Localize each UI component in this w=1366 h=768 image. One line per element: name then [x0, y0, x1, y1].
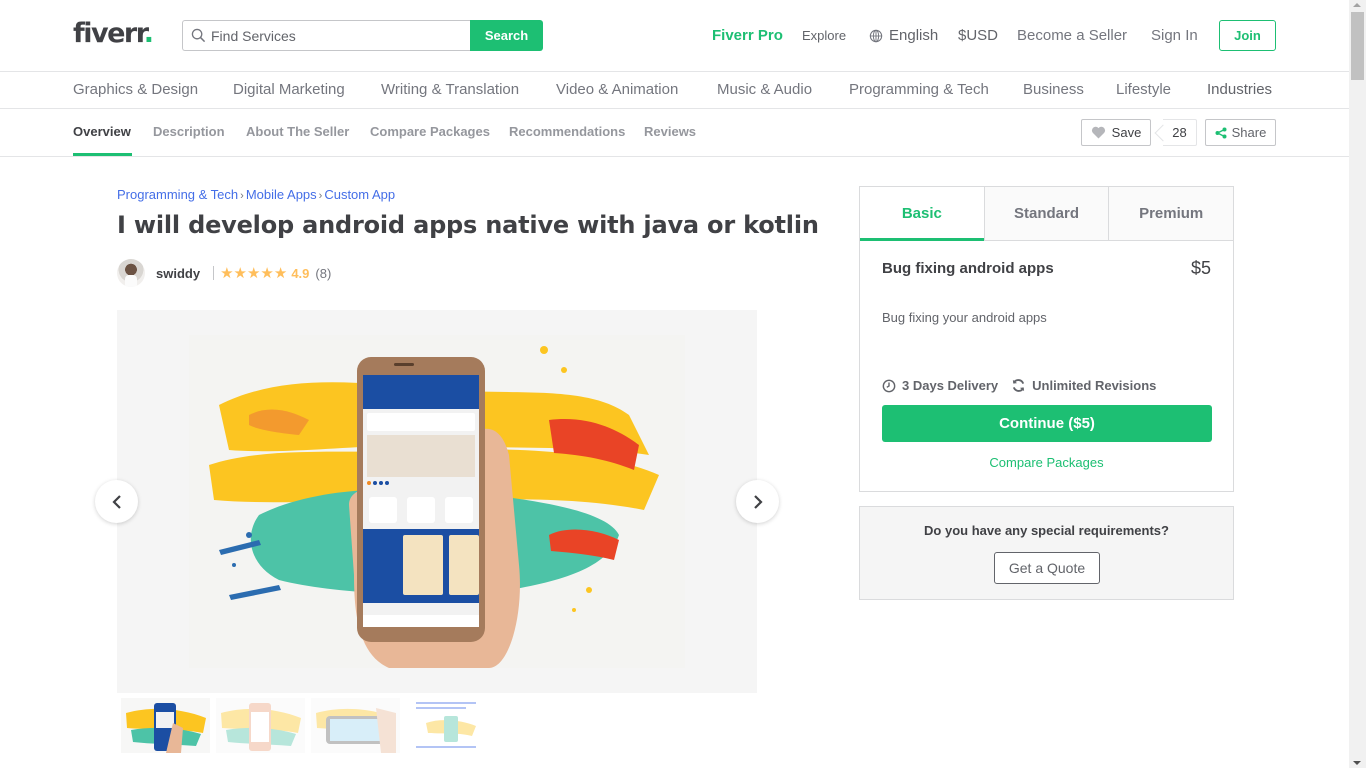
sign-in-link[interactable]: Sign In [1151, 27, 1198, 44]
scroll-down-arrow[interactable] [1353, 761, 1361, 765]
share-icon [1215, 127, 1227, 138]
explore-link[interactable]: Explore [802, 28, 846, 43]
heart-icon [1091, 126, 1105, 139]
category-industries[interactable]: Industries [1207, 81, 1272, 98]
scroll-thumb[interactable] [1351, 12, 1364, 80]
category-video-animation[interactable]: Video & Animation [556, 81, 678, 98]
gallery-thumbnails [121, 698, 495, 753]
package-features: 3 Days Delivery Unlimited Revisions [882, 378, 1169, 393]
gig-title: I will develop android apps native with … [117, 211, 819, 239]
breadcrumb-separator: › [318, 190, 323, 202]
gallery-thumbnail[interactable] [406, 698, 495, 753]
breadcrumb-separator: › [240, 190, 244, 202]
gallery-thumbnail[interactable] [121, 698, 210, 753]
category-menu: Graphics & Design Digital Marketing Writ… [0, 72, 1349, 109]
package-tab-basic[interactable]: Basic [860, 187, 984, 241]
fiverr-pro-link[interactable]: Fiverr Pro [712, 27, 783, 44]
seller-name[interactable]: swiddy [156, 266, 200, 281]
language-selector[interactable]: English [869, 27, 938, 44]
package-tab-standard[interactable]: Standard [983, 187, 1109, 240]
gallery-next-button[interactable] [736, 480, 779, 523]
tab-about-seller[interactable]: About The Seller [246, 124, 349, 139]
logo-text: fiverr [73, 18, 145, 49]
category-graphics-design[interactable]: Graphics & Design [73, 81, 198, 98]
seller-overview: swiddy ★★★★★ 4.9 (8) [117, 259, 331, 287]
tab-description[interactable]: Description [153, 124, 225, 139]
clock-icon [882, 379, 896, 392]
share-button[interactable]: Share [1205, 119, 1276, 146]
share-label: Share [1231, 125, 1267, 140]
breadcrumb: Programming & Tech › Mobile Apps › Custom Ap… [117, 187, 395, 202]
fiverr-logo[interactable]: fiverr. [73, 18, 154, 49]
category-digital-marketing[interactable]: Digital Marketing [233, 81, 345, 98]
chevron-left-icon [111, 494, 121, 509]
package-price: $5 [1190, 258, 1211, 278]
gallery-thumbnail[interactable] [216, 698, 305, 753]
breadcrumb-item[interactable]: Mobile Apps [246, 187, 317, 202]
package-panel: Basic Standard Premium Bug fixing androi… [859, 186, 1234, 492]
tab-reviews[interactable]: Reviews [644, 124, 696, 139]
language-label: English [889, 27, 939, 44]
gallery-main-image[interactable] [189, 335, 685, 668]
delivery-label: 3 Days Delivery [902, 378, 999, 393]
chevron-right-icon [753, 494, 763, 509]
package-name: Bug fixing android apps [882, 260, 1054, 277]
search-button[interactable]: Search [470, 20, 543, 51]
breadcrumb-item[interactable]: Custom App [324, 187, 395, 202]
tab-recommendations[interactable]: Recommendations [509, 124, 625, 139]
become-seller-link[interactable]: Become a Seller [1017, 27, 1127, 44]
active-tab-indicator [73, 153, 132, 156]
revisions: Unlimited Revisions [1011, 378, 1156, 393]
save-count-value: 28 [1172, 125, 1187, 140]
continue-button[interactable]: Continue ($5) [882, 405, 1212, 442]
search-icon [191, 28, 206, 43]
gig-gallery [117, 310, 757, 693]
category-business[interactable]: Business [1023, 81, 1084, 98]
divider [213, 266, 215, 280]
search-field-wrapper [182, 20, 470, 51]
gig-section-nav: Overview Description About The Seller Co… [0, 109, 1349, 157]
phone-app-illustration [209, 346, 659, 668]
join-button[interactable]: Join [1219, 20, 1276, 51]
quote-question: Do you have any special requirements? [924, 523, 1169, 538]
category-lifestyle[interactable]: Lifestyle [1116, 81, 1171, 98]
category-music-audio[interactable]: Music & Audio [717, 81, 812, 98]
gallery-thumbnail[interactable] [311, 698, 400, 753]
custom-quote-box: Do you have any special requirements? Ge… [859, 506, 1234, 600]
logo-dot: . [143, 18, 154, 49]
rating-score: 4.9 [291, 265, 310, 281]
currency-selector[interactable]: $USD [958, 27, 998, 44]
save-count: 28 [1163, 119, 1197, 146]
delivery-time: 3 Days Delivery [882, 378, 998, 393]
globe-icon [869, 29, 883, 42]
breadcrumb-item[interactable]: Programming & Tech [117, 187, 238, 202]
refresh-icon [1013, 379, 1025, 392]
get-quote-button[interactable]: Get a Quote [994, 552, 1100, 584]
category-programming-tech[interactable]: Programming & Tech [849, 81, 989, 98]
gallery-prev-button[interactable] [95, 480, 138, 523]
category-writing-translation[interactable]: Writing & Translation [381, 81, 519, 98]
tab-compare-packages[interactable]: Compare Packages [370, 124, 490, 139]
package-tabs: Basic Standard Premium [860, 187, 1234, 241]
star-rating-icons: ★★★★★ [220, 265, 288, 282]
page-scrollbar[interactable] [1349, 0, 1366, 768]
package-tab-premium[interactable]: Premium [1108, 187, 1234, 240]
search-input[interactable] [211, 27, 451, 44]
seller-avatar[interactable] [117, 259, 145, 287]
save-label: Save [1111, 125, 1142, 140]
scroll-up-arrow[interactable] [1353, 3, 1361, 7]
top-header: fiverr. Search Fiverr Pro Explore Englis… [0, 0, 1349, 72]
tab-overview[interactable]: Overview [73, 124, 131, 139]
rating-count[interactable]: (8) [315, 266, 331, 281]
search-bar: Search [182, 20, 543, 51]
save-button[interactable]: Save [1081, 119, 1151, 146]
compare-packages-link[interactable]: Compare Packages [860, 455, 1233, 470]
revisions-label: Unlimited Revisions [1032, 378, 1157, 393]
package-description: Bug fixing your android apps [882, 310, 1047, 325]
